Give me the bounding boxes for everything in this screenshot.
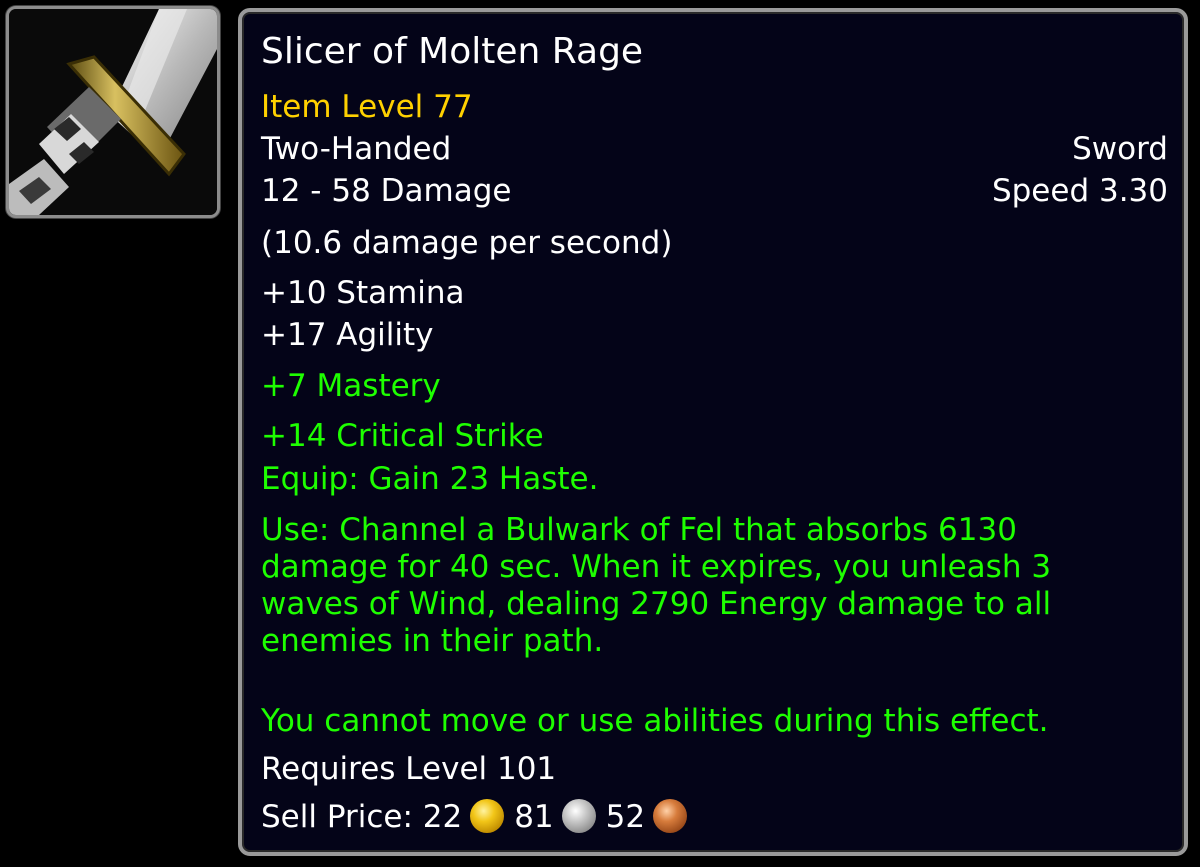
gold-coin-icon (470, 799, 505, 833)
requires-level: Requires Level 101 (261, 751, 557, 787)
sell-price: Sell Price: 22 81 52 (261, 798, 697, 836)
equip-effect: Equip: Gain 23 Haste. (261, 461, 599, 497)
item-tooltip: Slicer of Molten Rage Item Level 77 Two-… (238, 8, 1188, 856)
stat-agility: +17 Agility (261, 317, 434, 353)
use-effect: Use: Channel a Bulwark of Fel that absor… (261, 512, 1052, 659)
copper-coin-icon (653, 799, 688, 833)
use-effect-note: You cannot move or use abilities during … (261, 703, 1049, 739)
stat-mastery: +7 Mastery (261, 368, 441, 404)
item-slot: Two-Handed (261, 131, 452, 167)
sword-icon (9, 9, 217, 215)
sell-price-silver: 81 (514, 799, 554, 835)
item-name: Slicer of Molten Rage (261, 31, 644, 72)
item-damage: 12 - 58 Damage (261, 173, 512, 209)
item-speed: Speed 3.30 (991, 173, 1168, 209)
stat-critical-strike: +14 Critical Strike (261, 418, 544, 454)
item-dps: (10.6 damage per second) (261, 225, 673, 261)
item-icon-frame[interactable] (6, 6, 220, 218)
sell-price-label: Sell Price: 22 (261, 799, 463, 835)
item-type: Sword (1072, 131, 1168, 167)
stat-stamina: +10 Stamina (261, 275, 465, 311)
item-level: Item Level 77 (261, 89, 473, 125)
sell-price-copper: 52 (605, 799, 646, 835)
silver-coin-icon (561, 799, 596, 833)
